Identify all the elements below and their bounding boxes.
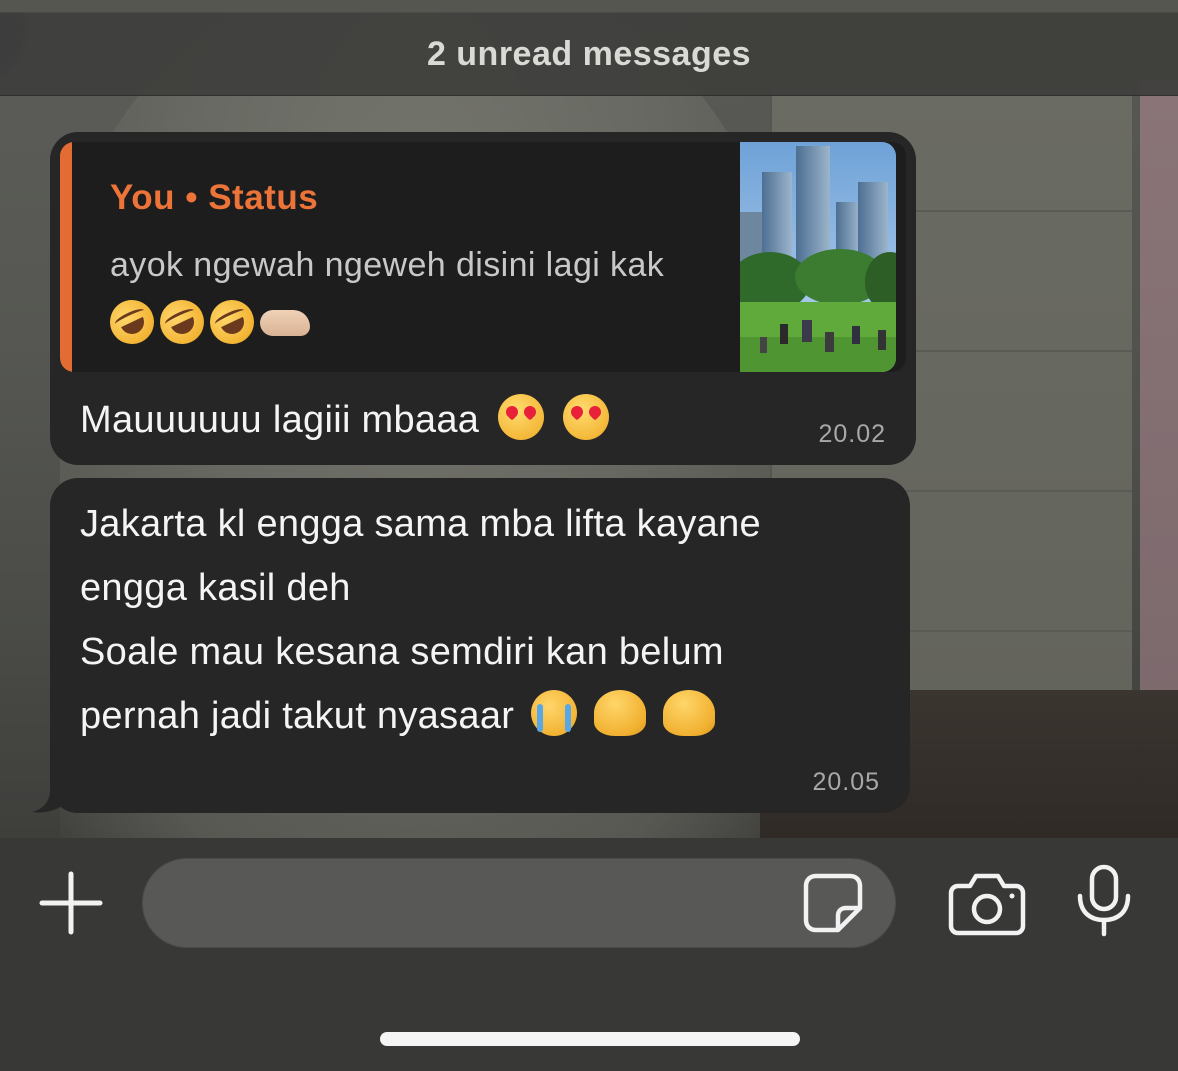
camera-icon[interactable] bbox=[948, 872, 1026, 936]
top-strip bbox=[0, 0, 1178, 12]
rofl-emoji bbox=[202, 292, 262, 352]
sticker-icon[interactable] bbox=[802, 872, 864, 934]
microphone-icon[interactable] bbox=[1074, 864, 1134, 938]
chat-screen: 2 unread messages You • Status ayok ngew… bbox=[0, 0, 1178, 1071]
plus-icon[interactable] bbox=[38, 870, 104, 936]
unread-messages-label: 2 unread messages bbox=[426, 34, 752, 73]
message-line: Soale mau kesana semdiri kan belum bbox=[80, 631, 724, 673]
message-bubble[interactable]: You • Status ayok ngewah ngeweh disini l… bbox=[50, 132, 916, 465]
message-input-field[interactable] bbox=[142, 858, 896, 949]
heart-eyes-emoji bbox=[562, 394, 609, 440]
message-line: Jakarta kl engga sama mba lifta kayane bbox=[80, 503, 761, 545]
message-text: Jakarta kl engga sama mba lifta kayane e… bbox=[80, 492, 900, 748]
quote-title: You • Status bbox=[110, 178, 319, 217]
status-thumbnail[interactable] bbox=[740, 142, 896, 372]
quote-emoji-row bbox=[102, 292, 750, 352]
rofl-emoji bbox=[102, 292, 162, 352]
quote-text-block: ayok ngewah ngeweh disini lagi kak bbox=[102, 240, 750, 352]
message-text-content: Mauuuuuu lagiii mbaaa bbox=[80, 399, 480, 441]
message-input[interactable] bbox=[173, 859, 797, 949]
message-text: Mauuuuuu lagiii mbaaa bbox=[80, 394, 609, 442]
melting-face-emoji bbox=[593, 690, 646, 736]
unread-messages-banner: 2 unread messages bbox=[0, 12, 1178, 96]
message-line-with-emojis: pernah jadi takut nyasaar bbox=[80, 684, 900, 748]
message-line: pernah jadi takut nyasaar bbox=[80, 695, 515, 737]
pointing-left-hand-emoji bbox=[260, 310, 310, 336]
message-timestamp: 20.02 bbox=[818, 420, 886, 448]
quote-text: ayok ngewah ngeweh disini lagi kak bbox=[110, 246, 665, 284]
message-bubble[interactable]: Jakarta kl engga sama mba lifta kayane e… bbox=[50, 478, 910, 813]
rofl-emoji bbox=[152, 292, 212, 352]
message-timestamp: 20.05 bbox=[812, 768, 880, 796]
melting-face-emoji bbox=[662, 690, 715, 736]
status-reply-quote[interactable]: You • Status ayok ngewah ngeweh disini l… bbox=[60, 142, 906, 372]
wallpaper-wall-edge bbox=[1140, 80, 1178, 700]
heart-eyes-emoji bbox=[498, 394, 545, 440]
crying-emoji bbox=[531, 690, 578, 736]
message-line: engga kasil deh bbox=[80, 567, 351, 609]
home-indicator[interactable] bbox=[380, 1032, 800, 1046]
quote-accent-bar bbox=[60, 142, 72, 372]
